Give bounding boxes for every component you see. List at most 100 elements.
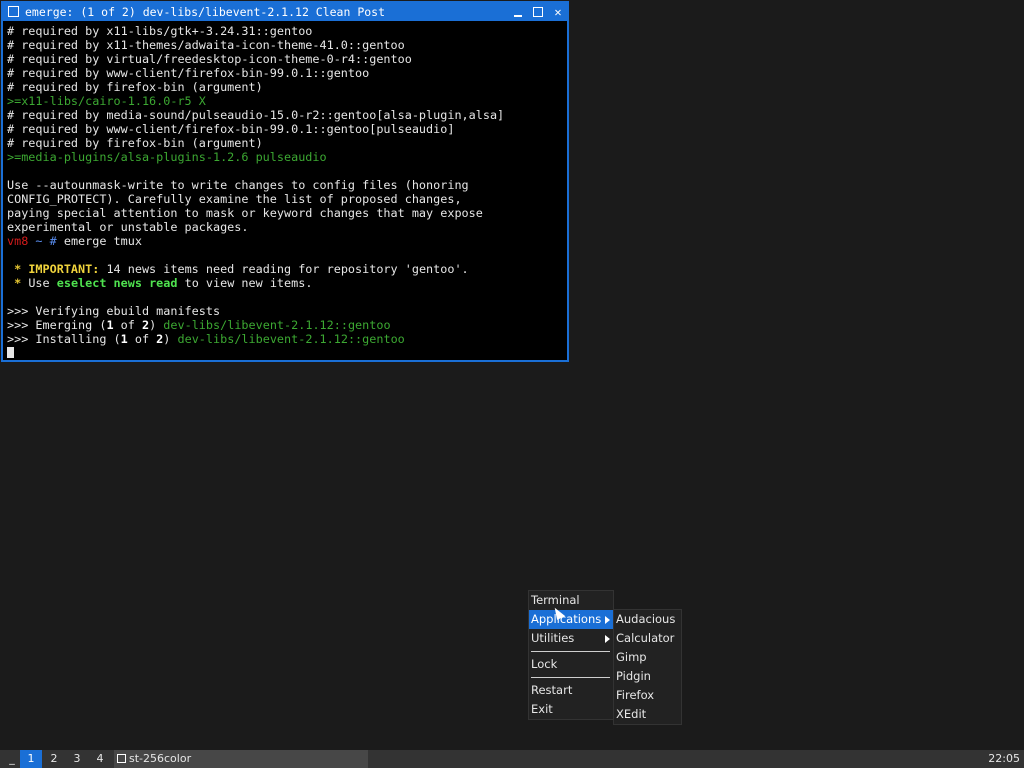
task-label: st-256color (129, 752, 192, 765)
terminal-cursor (7, 347, 14, 358)
terminal-line: * IMPORTANT: 14 news items need reading … (7, 262, 563, 276)
terminal-text: Use --autounmask-write to write changes … (7, 178, 469, 192)
terminal-text: # required by virtual/freedesktop-icon-t… (7, 52, 412, 66)
terminal-line: experimental or unstable packages. (7, 220, 563, 234)
terminal-prompt-line (7, 346, 563, 358)
terminal-text: 1 (120, 332, 128, 346)
terminal-text: ) (149, 318, 164, 332)
terminal-text: # required by firefox-bin (argument) (7, 136, 263, 150)
window-titlebar[interactable]: emerge: (1 of 2) dev-libs/libevent-2.1.1… (3, 3, 567, 21)
terminal-text: vm8 (7, 234, 29, 248)
terminal-text: CONFIG_PROTECT). Carefully examine the l… (7, 192, 462, 206)
terminal-text: >=x11-libs/cairo-1.16.0-r5 X (7, 94, 206, 108)
close-icon[interactable]: ✕ (550, 3, 566, 21)
terminal-output[interactable]: # required by x11-libs/gtk+-3.24.31::gen… (7, 24, 563, 358)
terminal-line: # required by virtual/freedesktop-icon-t… (7, 52, 563, 66)
terminal-text: Use (28, 276, 57, 290)
terminal-line: >>> Verifying ebuild manifests (7, 304, 563, 318)
maximize-icon[interactable] (530, 3, 546, 21)
terminal-line: # required by firefox-bin (argument) (7, 80, 563, 94)
terminal-text: # required by x11-libs/gtk+-3.24.31::gen… (7, 24, 313, 38)
submenu-item-gimp[interactable]: Gimp (614, 648, 681, 667)
submenu-item-audacious[interactable]: Audacious (614, 610, 681, 629)
terminal-text: eselect news read (56, 276, 178, 290)
window-icon (117, 754, 126, 763)
clock: 22:05 (988, 752, 1020, 765)
terminal-text: # required by www-client/firefox-bin-99.… (7, 66, 370, 80)
terminal-line: # required by x11-themes/adwaita-icon-th… (7, 38, 563, 52)
workspace-1[interactable]: 1 (20, 750, 42, 768)
applications-submenu: Audacious Calculator Gimp Pidgin Firefox… (613, 609, 682, 725)
menu-separator (531, 677, 610, 678)
terminal-line: >>> Installing (1 of 2) dev-libs/libeven… (7, 332, 563, 346)
terminal-text: >=media-plugins/alsa-plugins-1.2.6 pulse… (7, 150, 327, 164)
terminal-text: of (127, 332, 157, 346)
terminal-line: # required by www-client/firefox-bin-99.… (7, 122, 563, 136)
terminal-line: # required by media-sound/pulseaudio-15.… (7, 108, 563, 122)
menu-item-lock[interactable]: Lock (529, 655, 613, 674)
terminal-text: >>> Installing ( (7, 332, 121, 346)
terminal-line: >=media-plugins/alsa-plugins-1.2.6 pulse… (7, 150, 563, 164)
terminal-text: to view new items. (177, 276, 313, 290)
workspace-4[interactable]: 4 (89, 750, 111, 768)
terminal-text: dev-libs/libevent-2.1.12::gentoo (177, 332, 405, 346)
submenu-item-calculator[interactable]: Calculator (614, 629, 681, 648)
terminal-line: vm8 ~ # emerge tmux (7, 234, 563, 248)
menu-item-label: Utilities (531, 631, 575, 645)
terminal-line: >>> Emerging (1 of 2) dev-libs/libevent-… (7, 318, 563, 332)
workspace-2[interactable]: 2 (43, 750, 65, 768)
terminal-text: paying special attention to mask or keyw… (7, 206, 483, 220)
submenu-arrow-icon (605, 635, 610, 643)
terminal-line: # required by firefox-bin (argument) (7, 136, 563, 150)
terminal-window[interactable]: emerge: (1 of 2) dev-libs/libevent-2.1.1… (1, 1, 569, 362)
terminal-line: * Use eselect news read to view new item… (7, 276, 563, 290)
terminal-text: IMPORTANT: (28, 262, 100, 276)
terminal-line: >=x11-libs/cairo-1.16.0-r5 X (7, 94, 563, 108)
menu-item-exit[interactable]: Exit (529, 700, 613, 719)
terminal-text: ) (163, 332, 178, 346)
submenu-item-xedit[interactable]: XEdit (614, 705, 681, 724)
terminal-text: experimental or unstable packages. (7, 220, 249, 234)
terminal-line: paying special attention to mask or keyw… (7, 206, 563, 220)
terminal-text: 1 (106, 318, 114, 332)
menu-item-utilities[interactable]: Utilities (529, 629, 613, 648)
terminal-text: * (7, 276, 29, 290)
terminal-text: 14 news items need reading for repositor… (99, 262, 469, 276)
terminal-text: # required by media-sound/pulseaudio-15.… (7, 108, 505, 122)
taskbar: _ 1 2 3 4 st-256color 22:05 (0, 750, 1024, 768)
terminal-text: * (7, 262, 29, 276)
submenu-arrow-icon (605, 616, 610, 624)
terminal-text: of (113, 318, 142, 332)
window-icon[interactable] (8, 6, 19, 17)
terminal-text: ~ (28, 234, 50, 248)
menu-item-label: Applications (531, 612, 602, 626)
taskbar-dash[interactable]: _ (6, 750, 18, 768)
terminal-text: # required by www-client/firefox-bin-99.… (7, 122, 455, 136)
terminal-line: CONFIG_PROTECT). Carefully examine the l… (7, 192, 563, 206)
terminal-text: # required by x11-themes/adwaita-icon-th… (7, 38, 405, 52)
terminal-text: emerge tmux (63, 234, 142, 248)
root-menu: Terminal Applications Utilities Lock Res… (528, 590, 614, 720)
terminal-text: # required by firefox-bin (argument) (7, 80, 263, 94)
menu-item-applications[interactable]: Applications (529, 610, 613, 629)
terminal-text: # (49, 234, 64, 248)
terminal-line: # required by www-client/firefox-bin-99.… (7, 66, 563, 80)
terminal-line: # required by x11-libs/gtk+-3.24.31::gen… (7, 24, 563, 38)
submenu-item-pidgin[interactable]: Pidgin (614, 667, 681, 686)
submenu-item-firefox[interactable]: Firefox (614, 686, 681, 705)
terminal-text: >>> Emerging ( (7, 318, 107, 332)
terminal-text: dev-libs/libevent-2.1.12::gentoo (163, 318, 391, 332)
terminal-line: Use --autounmask-write to write changes … (7, 178, 563, 192)
menu-item-restart[interactable]: Restart (529, 681, 613, 700)
terminal-text: 2 (141, 318, 150, 332)
window-title: emerge: (1 of 2) dev-libs/libevent-2.1.1… (25, 5, 386, 19)
workspace-3[interactable]: 3 (66, 750, 88, 768)
terminal-text: >>> Verifying ebuild manifests (7, 304, 221, 318)
menu-item-terminal[interactable]: Terminal (529, 591, 613, 610)
minimize-icon[interactable] (510, 3, 526, 21)
taskbar-task-st[interactable]: st-256color (114, 750, 368, 768)
menu-separator (531, 651, 610, 652)
